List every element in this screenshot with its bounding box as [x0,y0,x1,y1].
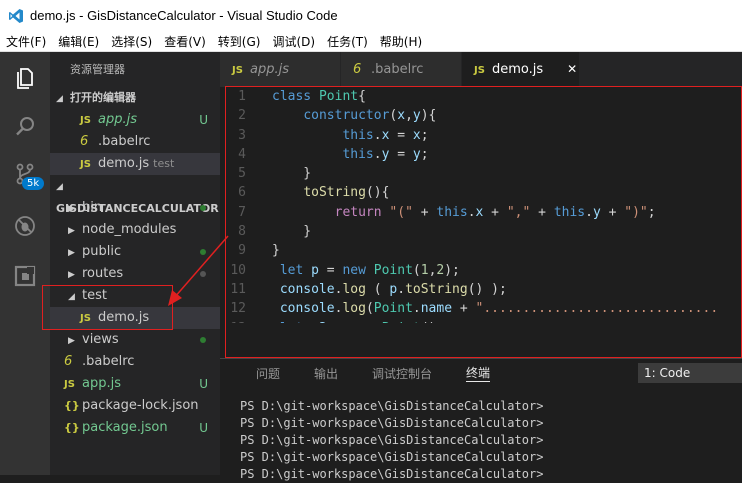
project-header[interactable]: ◢GISDISTANCECALCULATOR [50,175,220,215]
scm-badge: 5k [22,177,45,190]
menu-debug[interactable]: 调试(D) [266,33,321,50]
tree-item-label: package.json [82,420,168,435]
js-file-icon: JS [232,65,243,76]
chevron-down-icon: ◢ [56,94,63,104]
open-editor-item[interactable]: JS app.js U [50,109,220,131]
tab-label: app.js [250,62,289,77]
js-file-icon: JS [474,65,485,76]
menu-help[interactable]: 帮助(H) [374,33,428,50]
modified-dot-icon [200,337,206,343]
js-file-icon: JS [64,379,75,390]
tab-label: .babelrc [371,62,424,77]
tree-item-label: public [82,244,122,259]
editor-tabs: JS app.js 6 .babelrc JS demo.js ✕ [220,52,742,87]
chevron-right-icon: ▶ [68,270,75,280]
open-editor-description: test [153,157,175,170]
menu-view[interactable]: 查看(V) [158,33,212,50]
js-file-icon: JS [80,115,91,126]
menu-go[interactable]: 转到(G) [212,33,267,50]
tree-item-label: bin [82,200,103,215]
tab-problems[interactable]: 问题 [256,365,280,382]
title-bar: demo.js - GisDistanceCalculator - Visual… [0,0,742,31]
tab-debug-console[interactable]: 调试控制台 [372,365,432,382]
tree-item-package-json[interactable]: {} package.json U [50,417,220,439]
open-editors-header[interactable]: ◢ 打开的编辑器 [50,87,220,109]
untracked-status: U [199,377,208,391]
explorer-activity[interactable] [0,54,50,102]
json-file-icon: {} [64,399,80,412]
tree-item-label: .babelrc [82,354,135,369]
babel-file-icon: 6 [353,62,362,77]
tree-item-label: package-lock.json [82,398,199,413]
menu-file[interactable]: 文件(F) [0,33,52,50]
terminal-select[interactable]: 1: Code [638,363,742,383]
tab-demo-js[interactable]: JS demo.js ✕ [462,52,580,87]
open-editor-label: app.js [98,112,137,127]
tree-item-app-js[interactable]: JS app.js U [50,373,220,395]
untracked-status: U [199,421,208,435]
extensions-icon [14,265,36,287]
source-control-activity[interactable] [0,150,50,198]
annotation-box-test-folder [42,285,173,330]
search-icon [16,117,34,136]
tree-item-label: app.js [82,376,121,391]
menu-bar: 文件(F) 编辑(E) 选择(S) 查看(V) 转到(G) 调试(D) 任务(T… [0,31,742,52]
open-editors-label: 打开的编辑器 [70,91,136,104]
debug-activity[interactable] [0,202,50,250]
chevron-down-icon: ◢ [56,182,63,192]
annotation-box-editor [225,86,742,358]
tab-app-js[interactable]: JS app.js [220,52,341,87]
sidebar-title: 资源管理器 [70,63,125,76]
babel-file-icon: 6 [64,354,73,369]
chevron-right-icon: ▶ [68,336,75,346]
tree-item-bin[interactable]: ▶ bin [50,197,220,219]
open-editor-label: .babelrc [98,134,151,149]
tree-item-babelrc[interactable]: 6 .babelrc [50,351,220,373]
close-icon[interactable]: ✕ [567,62,577,76]
modified-dot-icon [200,205,206,211]
search-activity[interactable] [0,102,50,150]
menu-tasks[interactable]: 任务(T) [321,33,374,50]
files-icon [17,68,33,89]
open-editor-label: demo.js [98,156,150,171]
terminal-line: PS D:\git-workspace\GisDistanceCalculato… [240,399,544,413]
tree-item-label: routes [82,266,124,281]
debug-icon [15,216,35,236]
open-editor-item[interactable]: JS demo.js test [50,153,220,175]
babel-file-icon: 6 [80,134,89,149]
tab-babelrc[interactable]: 6 .babelrc [341,52,462,87]
terminal-line: PS D:\git-workspace\GisDistanceCalculato… [240,416,544,430]
tab-output[interactable]: 输出 [314,365,338,382]
menu-selection[interactable]: 选择(S) [105,33,158,50]
terminal-line: PS D:\git-workspace\GisDistanceCalculato… [240,450,544,464]
json-file-icon: {} [64,421,80,434]
vscode-logo-icon [9,8,23,23]
activity-bar: 5k [0,52,50,475]
terminal-output[interactable]: PS D:\git-workspace\GisDistanceCalculato… [240,398,543,483]
tree-item-label: views [82,332,119,347]
open-editor-item[interactable]: 6 .babelrc [50,131,220,153]
chevron-right-icon: ▶ [68,204,75,214]
bottom-panel: 问题 输出 调试控制台 终端 1: Code PS D:\git-workspa… [220,358,742,481]
terminal-line: PS D:\git-workspace\GisDistanceCalculato… [240,433,544,447]
menu-edit[interactable]: 编辑(E) [52,33,105,50]
annotation-arrow-icon [168,235,229,306]
chevron-right-icon: ▶ [68,226,75,236]
window-title: demo.js - GisDistanceCalculator - Visual… [30,8,338,23]
tab-terminal[interactable]: 终端 [466,364,491,382]
tree-item-package-lock[interactable]: {} package-lock.json [50,395,220,417]
chevron-right-icon: ▶ [68,248,75,258]
tree-item-views[interactable]: ▶ views [50,329,220,351]
tab-label: demo.js [492,62,544,77]
js-file-icon: JS [80,159,91,170]
untracked-status: U [199,113,208,127]
